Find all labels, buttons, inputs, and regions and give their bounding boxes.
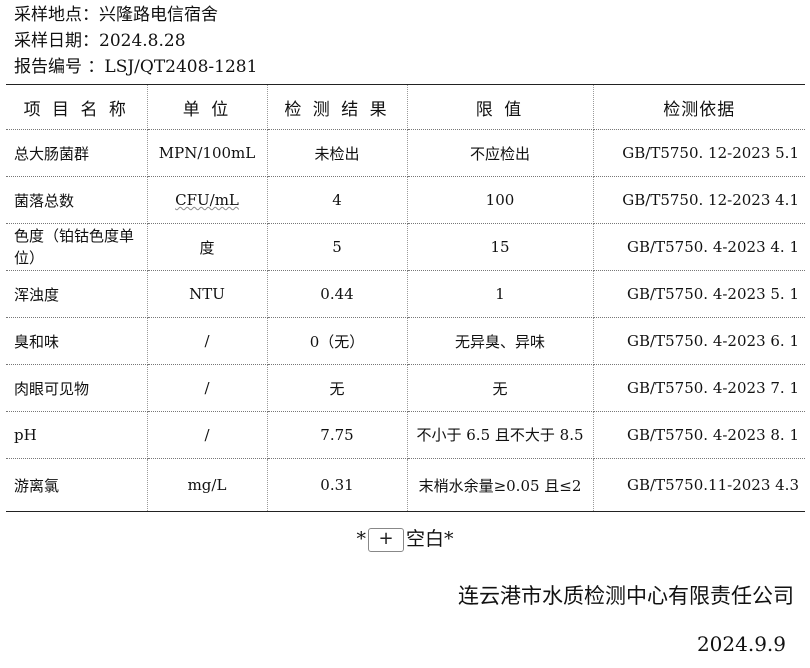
cell-unit: 度 bbox=[147, 223, 268, 271]
cell-result: 0.31 bbox=[267, 458, 408, 512]
header-limit: 限 值 bbox=[407, 84, 594, 130]
cell-unit: / bbox=[147, 411, 268, 459]
table-row: pH / 7.75 不小于 6.5 且不大于 8.5 GB/T5750. 4-2… bbox=[6, 411, 805, 459]
blank-label: 空白* bbox=[405, 528, 454, 550]
cell-result: 5 bbox=[267, 223, 408, 271]
cell-item: 臭和味 bbox=[6, 317, 148, 365]
table-row: 臭和味 / 0（无） 无异臭、异味 GB/T5750. 4-2023 6. 1 bbox=[6, 317, 805, 365]
cell-item: 菌落总数 bbox=[6, 176, 148, 224]
cell-item: pH bbox=[6, 411, 148, 459]
header-unit: 单 位 bbox=[147, 84, 268, 130]
cell-standard: GB/T5750. 12-2023 4.1 bbox=[593, 176, 805, 224]
blank-marker: * + 空白* bbox=[0, 524, 810, 552]
cell-unit: mg/L bbox=[147, 458, 268, 512]
cell-limit: 1 bbox=[407, 270, 594, 318]
report-number: 报告编号 ：LSJ/QT2408-1281 bbox=[14, 57, 258, 77]
cell-standard: GB/T5750. 4-2023 6. 1 bbox=[593, 317, 805, 365]
blank-prefix: * bbox=[356, 528, 366, 550]
results-table: 项 目 名 称 单 位 检 测 结 果 限 值 检测依据 总大肠菌群 MPN/1… bbox=[6, 84, 805, 512]
table-row: 菌落总数 CFU/mL 4 100 GB/T5750. 12-2023 4.1 bbox=[6, 176, 805, 224]
company-name: 连云港市水质检测中心有限责任公司 bbox=[458, 584, 794, 608]
cell-result: 0.44 bbox=[267, 270, 408, 318]
cell-unit: MPN/100mL bbox=[147, 129, 268, 177]
cell-result: 未检出 bbox=[267, 129, 408, 177]
cell-result: 7.75 bbox=[267, 411, 408, 459]
table-header-row: 项 目 名 称 单 位 检 测 结 果 限 值 检测依据 bbox=[6, 84, 805, 130]
table-row: 游离氯 mg/L 0.31 末梢水余量≥0.05 且≤2 GB/T5750.11… bbox=[6, 458, 805, 512]
cell-unit: / bbox=[147, 317, 268, 365]
header-result: 检 测 结 果 bbox=[267, 84, 408, 130]
plus-icon[interactable]: + bbox=[367, 528, 404, 552]
cell-item: 总大肠菌群 bbox=[6, 129, 148, 177]
cell-unit: CFU/mL bbox=[147, 176, 268, 224]
sampling-date: 采样日期：2024.8.28 bbox=[14, 31, 186, 51]
cell-standard: GB/T5750.11-2023 4.3 bbox=[593, 458, 805, 512]
cell-limit: 无 bbox=[407, 364, 594, 412]
table-row: 肉眼可见物 / 无 无 GB/T5750. 4-2023 7. 1 bbox=[6, 364, 805, 412]
cell-limit: 不应检出 bbox=[407, 129, 594, 177]
cell-standard: GB/T5750. 4-2023 7. 1 bbox=[593, 364, 805, 412]
cell-unit-text: CFU/mL bbox=[175, 191, 239, 209]
table-row: 总大肠菌群 MPN/100mL 未检出 不应检出 GB/T5750. 12-20… bbox=[6, 129, 805, 177]
cell-limit: 不小于 6.5 且不大于 8.5 bbox=[407, 411, 594, 459]
cell-result: 0（无） bbox=[267, 317, 408, 365]
cell-limit: 15 bbox=[407, 223, 594, 271]
cell-item: 浑浊度 bbox=[6, 270, 148, 318]
cell-result: 无 bbox=[267, 364, 408, 412]
cell-standard: GB/T5750. 4-2023 8. 1 bbox=[593, 411, 805, 459]
cell-standard: GB/T5750. 12-2023 5.1 bbox=[593, 129, 805, 177]
cell-limit: 100 bbox=[407, 176, 594, 224]
cell-item: 色度（铂钴色度单位） bbox=[6, 223, 148, 271]
cell-unit: NTU bbox=[147, 270, 268, 318]
cell-standard: GB/T5750. 4-2023 4. 1 bbox=[593, 223, 805, 271]
cell-unit: / bbox=[147, 364, 268, 412]
cell-result: 4 bbox=[267, 176, 408, 224]
sampling-location: 采样地点：兴隆路电信宿舍 bbox=[14, 5, 218, 25]
header-item-name: 项 目 名 称 bbox=[6, 84, 148, 130]
table-row: 色度（铂钴色度单位） 度 5 15 GB/T5750. 4-2023 4. 1 bbox=[6, 223, 805, 271]
cell-limit: 无异臭、异味 bbox=[407, 317, 594, 365]
table-row: 浑浊度 NTU 0.44 1 GB/T5750. 4-2023 5. 1 bbox=[6, 270, 805, 318]
cell-standard: GB/T5750. 4-2023 5. 1 bbox=[593, 270, 805, 318]
cell-item: 游离氯 bbox=[6, 458, 148, 512]
header-standard: 检测依据 bbox=[593, 84, 805, 130]
signature-date: 2024.9.9 bbox=[696, 632, 786, 656]
cell-limit: 末梢水余量≥0.05 且≤2 bbox=[407, 458, 594, 512]
cell-item: 肉眼可见物 bbox=[6, 364, 148, 412]
